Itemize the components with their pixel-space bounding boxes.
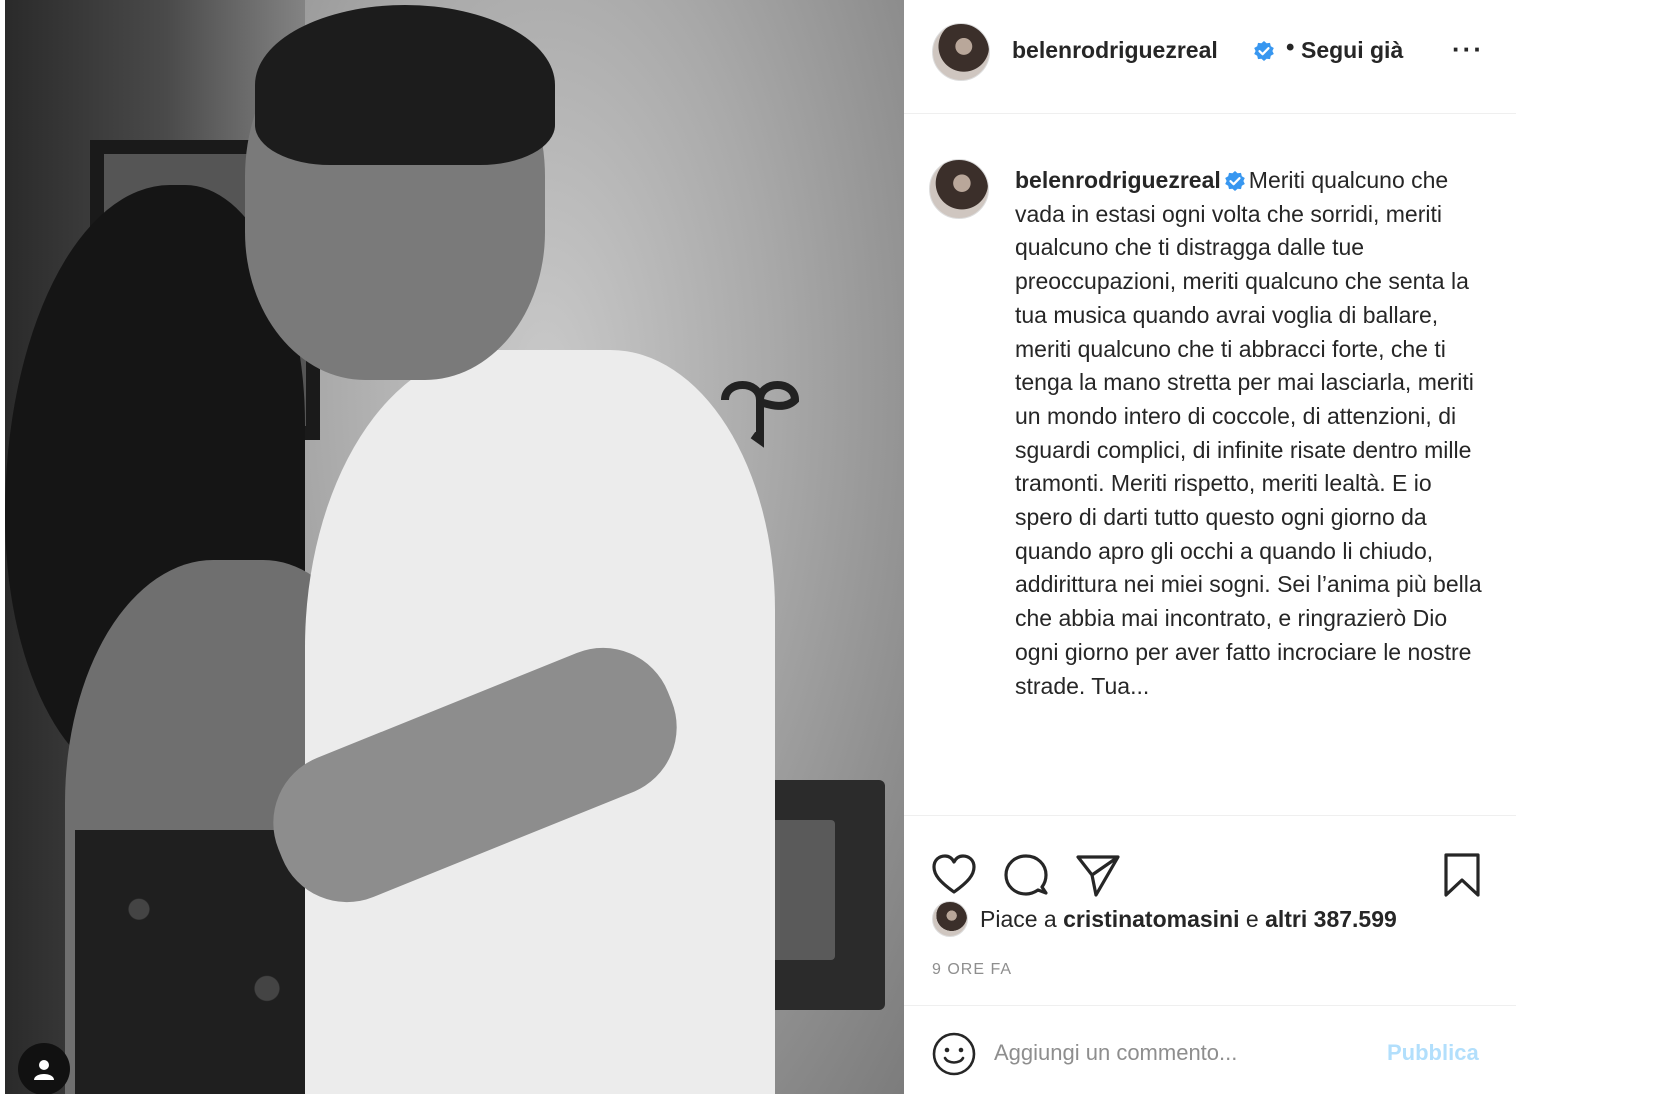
likes-prefix: Piace a	[980, 905, 1057, 932]
author-avatar[interactable]	[932, 23, 990, 81]
liker-avatar[interactable]	[932, 901, 968, 937]
comment-input[interactable]	[994, 1040, 1334, 1066]
post-timestamp[interactable]: 9 ORE FA	[932, 961, 1012, 979]
share-icon[interactable]	[1074, 851, 1122, 899]
publish-button[interactable]: Pubblica	[1387, 1040, 1479, 1066]
caption-text-block: belenrodriguezreal Meriti qualcuno che v…	[1015, 164, 1485, 703]
photo-man-hair	[255, 5, 555, 165]
author-username[interactable]: belenrodriguezreal	[1012, 37, 1218, 64]
post-panel: belenrodriguezreal • Segui già ··· belen…	[904, 0, 1516, 1094]
verified-badge-icon	[1224, 171, 1245, 191]
post-header: belenrodriguezreal • Segui già ···	[904, 0, 1516, 114]
caption-author-avatar[interactable]	[929, 159, 989, 219]
likes-summary: Piace a cristinatomasini e altri 387.599	[932, 901, 1397, 937]
likes-middle: e	[1245, 905, 1259, 932]
likes-count-link[interactable]: altri 387.599	[1265, 906, 1397, 933]
bookmark-icon[interactable]	[1438, 851, 1486, 899]
heart-icon[interactable]	[930, 851, 978, 899]
header-separator: •	[1286, 34, 1295, 61]
emoji-icon[interactable]	[931, 1031, 977, 1077]
tagged-users-button[interactable]	[18, 1043, 70, 1094]
caption-username[interactable]: belenrodriguezreal	[1015, 167, 1221, 193]
user-icon	[34, 1060, 54, 1080]
post-photo[interactable]	[5, 0, 904, 1094]
comment-bar: Pubblica	[904, 1005, 1516, 1094]
liker-username[interactable]: cristinatomasini	[1063, 906, 1239, 933]
more-options-button[interactable]: ···	[1452, 34, 1484, 65]
post-caption: belenrodriguezreal Meriti qualcuno che v…	[904, 114, 1516, 814]
comment-icon[interactable]	[1002, 851, 1050, 899]
following-button[interactable]: Segui già	[1301, 37, 1403, 64]
post-actions: Piace a cristinatomasini e altri 387.599…	[904, 815, 1516, 1005]
caption-body: Meriti qualcuno che vada in estasi ogni …	[1015, 167, 1482, 699]
verified-badge-icon	[1254, 41, 1274, 61]
